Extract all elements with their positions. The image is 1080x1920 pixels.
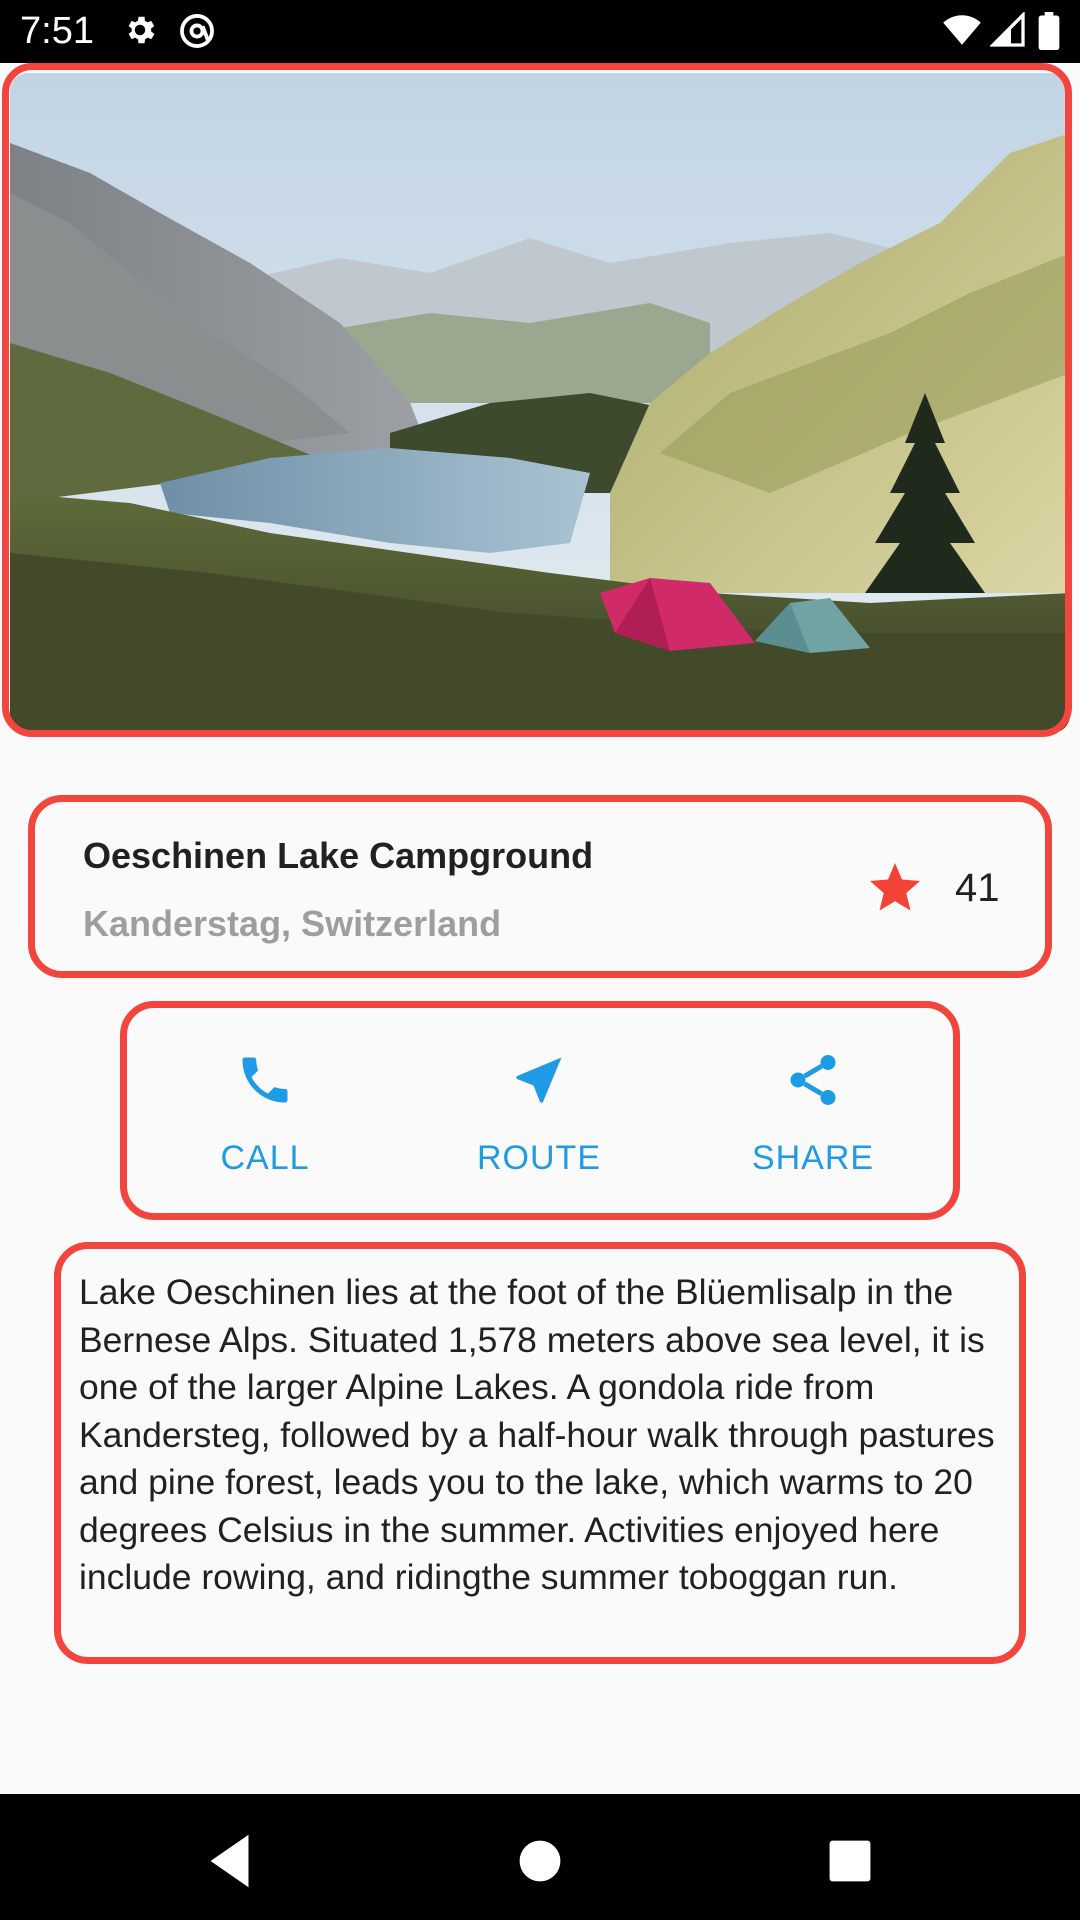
gear-icon (128, 16, 155, 44)
call-label: CALL (220, 1139, 310, 1177)
share-icon (790, 1055, 836, 1105)
status-time: 7:51 (20, 10, 94, 52)
favorite-count: 41 (955, 866, 1000, 910)
route-button[interactable]: ROUTE (439, 1008, 639, 1213)
cellular-signal-icon (990, 12, 1025, 47)
phone-icon (242, 1057, 288, 1103)
back-triangle-icon[interactable] (196, 1826, 266, 1896)
home-circle-icon[interactable] (505, 1826, 575, 1896)
at-sign-icon (180, 14, 214, 48)
share-label: SHARE (751, 1139, 875, 1177)
hero-image (10, 73, 1070, 733)
share-button[interactable]: SHARE (713, 1008, 913, 1213)
place-title: Oeschinen Lake Campground (83, 835, 594, 876)
battery-icon (1038, 12, 1060, 50)
call-button[interactable]: CALL (165, 1008, 365, 1213)
place-location: Kanderstag, Switzerland (83, 903, 502, 944)
recents-square-icon[interactable] (815, 1826, 885, 1896)
navigation-arrow-icon (516, 1057, 562, 1103)
star-icon[interactable] (865, 858, 925, 918)
status-bar: 7:51 (0, 0, 1080, 63)
title-section: Oeschinen Lake Campground Kanderstag, Sw… (28, 795, 1052, 978)
navigation-bar (0, 1794, 1080, 1920)
description-text: Lake Oeschinen lies at the foot of the B… (79, 1272, 995, 1597)
wifi-icon (943, 15, 981, 45)
actions-section: CALL ROUTE SHARE (120, 1001, 960, 1220)
description-section: Lake Oeschinen lies at the foot of the B… (54, 1242, 1026, 1664)
route-label: ROUTE (477, 1139, 601, 1177)
